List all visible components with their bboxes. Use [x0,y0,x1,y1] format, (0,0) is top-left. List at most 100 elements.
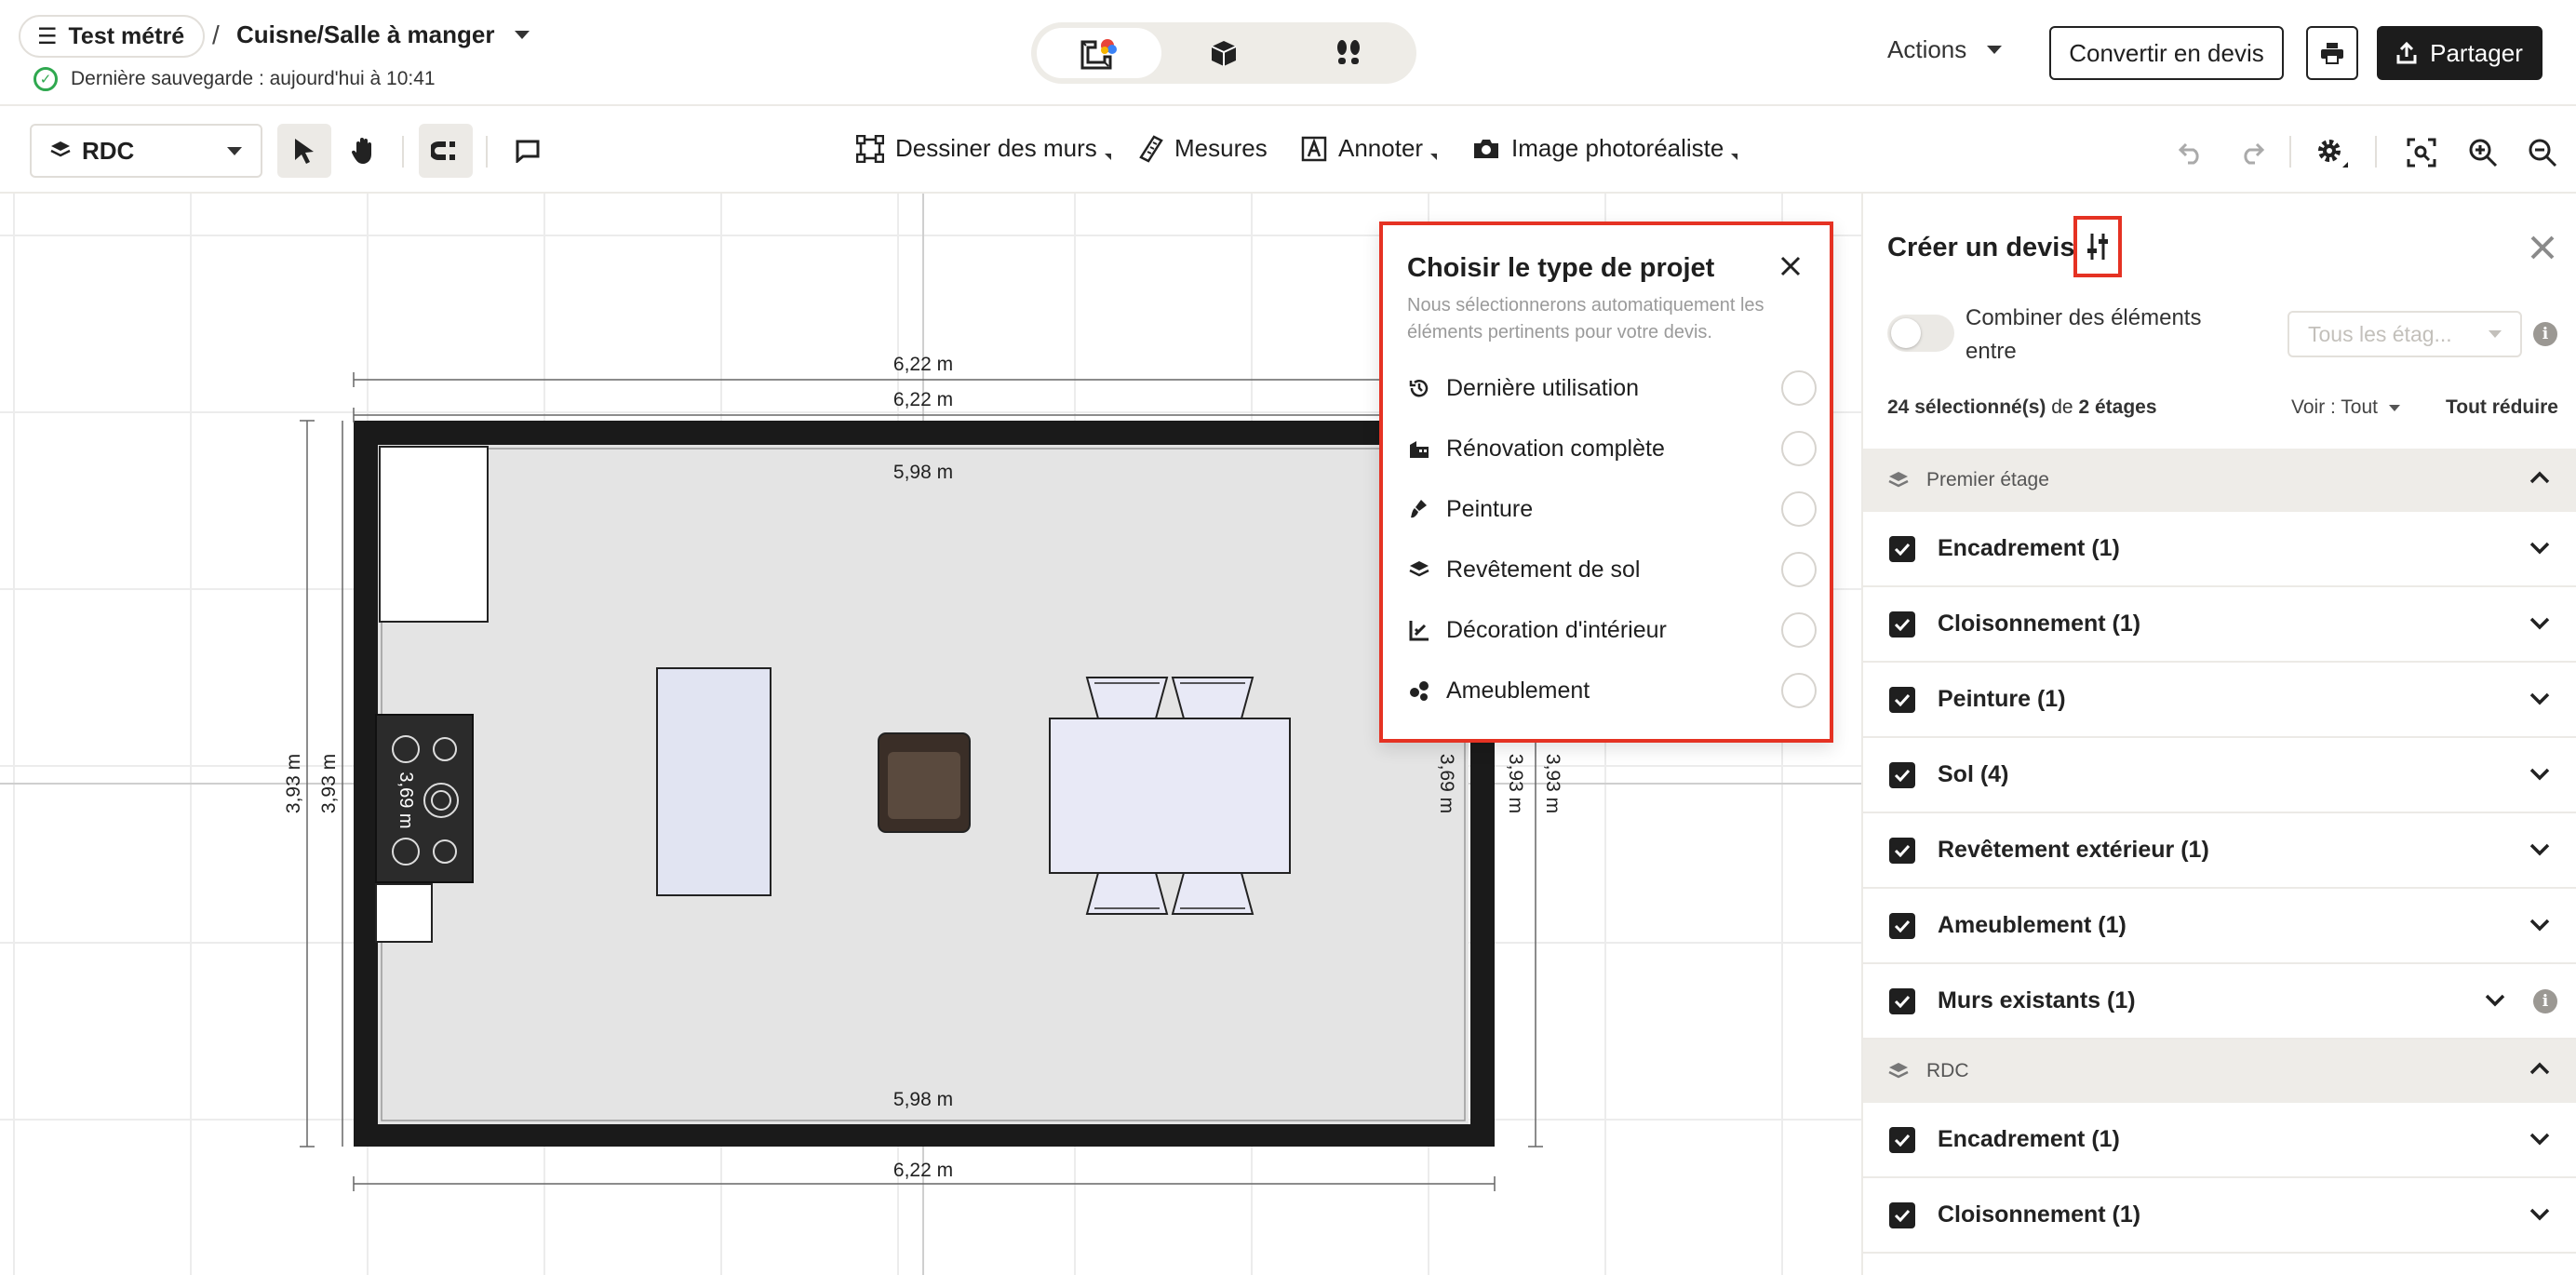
floor-select[interactable]: Tous les étag... [2288,311,2522,357]
view-3d-button[interactable] [1161,28,1286,78]
fit-view-button[interactable] [2403,134,2440,171]
chevron-down-icon[interactable] [2529,1208,2550,1221]
chevron-down-icon[interactable] [2529,542,2550,555]
group-header-premier-etage[interactable]: Premier étage [1863,449,2576,512]
draw-walls-button[interactable]: Dessiner des murs [856,134,1111,163]
checkbox-checked[interactable] [1889,1126,1915,1153]
list-item[interactable]: Encadrement (1) [1863,1103,2576,1178]
checkmark-icon [1894,1209,1911,1222]
view-walkthrough-button[interactable] [1286,28,1411,78]
room-name: Cuisne/Salle à manger [236,20,495,48]
checkbox-checked[interactable] [1889,1201,1915,1228]
toolbar-divider [2289,136,2291,168]
level-select[interactable]: RDC [30,124,262,178]
chevron-down-icon[interactable] [2529,692,2550,705]
chevron-down-icon[interactable] [2529,843,2550,856]
combine-toggle[interactable] [1887,315,1954,352]
room-selector[interactable]: Cuisne/Salle à manger [236,20,530,49]
project-type-popup: Choisir le type de projet Nous sélection… [1379,221,1833,743]
actions-dropdown[interactable]: Actions [1887,35,2003,64]
list-item[interactable]: Revêtement extérieur (1) [1863,813,2576,889]
zoom-out-button[interactable] [2524,134,2561,171]
checkbox-checked[interactable] [1889,987,1915,1014]
project-menu-button[interactable]: ☰ Test métré [19,15,206,58]
pan-tool-button[interactable] [337,124,391,178]
info-icon[interactable]: i [2533,322,2557,346]
level-value: RDC [82,136,135,165]
selected-count: 24 sélectionné(s) [1887,396,2046,418]
chevron-down-icon[interactable] [2529,768,2550,781]
group-header-rdc[interactable]: RDC [1863,1040,2576,1103]
checkbox-checked[interactable] [1889,837,1915,864]
convert-to-quote-button[interactable]: Convertir en devis [2049,26,2284,80]
furniture-icon [1407,678,1431,703]
option-radio[interactable] [1781,612,1817,648]
checkbox-checked[interactable] [1889,535,1915,562]
annotate-label: Annoter [1338,134,1424,162]
info-icon[interactable]: i [2533,989,2557,1013]
list-item[interactable]: Cloisonnement (1) [1863,587,2576,663]
undo-button[interactable] [2172,134,2209,171]
share-button[interactable]: Partager [2377,26,2542,80]
collapse-all-button[interactable]: Tout réduire [2446,396,2558,419]
paint-brush-icon [1407,497,1431,521]
print-button[interactable] [2306,26,2358,80]
option-furniture[interactable]: Ameublement [1407,669,1817,712]
floor-select-value: Tous les étag... [2308,321,2452,346]
chevron-down-icon [2489,330,2502,338]
view-filter-dropdown[interactable]: Voir : Tout [2291,396,2401,419]
option-radio[interactable] [1781,370,1817,406]
list-item[interactable]: Peinture (1) [1863,663,2576,738]
checkbox-checked[interactable] [1889,912,1915,939]
list-item[interactable]: Sol (4) [1863,738,2576,813]
chevron-down-icon[interactable] [2529,919,2550,932]
option-radio[interactable] [1781,673,1817,708]
zoom-in-button[interactable] [2464,134,2502,171]
option-flooring[interactable]: Revêtement de sol [1407,548,1817,591]
select-tool-button[interactable] [277,124,331,178]
checkbox-checked[interactable] [1889,611,1915,638]
panel-close-button[interactable] [2526,231,2559,264]
filter-settings-button[interactable] [2073,216,2122,277]
kitchen-island [656,667,771,896]
redo-button[interactable] [2234,134,2271,171]
stove-label: 3,69 m [396,772,416,828]
settings-button[interactable] [2314,134,2351,171]
checkbox-checked[interactable] [1889,686,1915,713]
comment-tool-button[interactable] [501,124,555,178]
magnet-icon [431,141,455,160]
snap-magnet-button[interactable] [419,124,473,178]
cursor-arrow-icon [295,139,314,164]
redo-icon [2244,142,2265,165]
annotate-button[interactable]: Annoter [1301,134,1438,163]
measures-label: Mesures [1174,134,1268,162]
option-interior-decoration[interactable]: Décoration d'intérieur [1407,609,1817,651]
list-item[interactable]: Cloisonnement (1) [1863,1178,2576,1254]
option-radio[interactable] [1781,552,1817,587]
dim-left-inner: 3,93 m [318,754,340,813]
list-item[interactable]: Encadrement (1) [1863,512,2576,587]
chevron-down-icon[interactable] [2485,994,2505,1007]
chevron-down-icon[interactable] [2529,617,2550,630]
view-2d-button[interactable] [1037,28,1161,78]
checkbox-checked[interactable] [1889,761,1915,788]
photorealistic-image-button[interactable]: Image photoréaliste [1472,134,1738,163]
dim-right-inner: 3,69 m [1436,754,1457,813]
zoom-in-icon [2469,139,2498,168]
checkmark-icon [1894,1134,1911,1147]
option-last-used[interactable]: Dernière utilisation [1407,367,1817,409]
popup-close-button[interactable] [1774,249,1807,283]
option-full-renovation[interactable]: Rénovation complète [1407,427,1817,470]
option-radio[interactable] [1781,491,1817,527]
option-radio[interactable] [1781,431,1817,466]
actions-label: Actions [1887,35,1967,63]
list-item[interactable]: Murs existants (1) i [1863,964,2576,1040]
option-painting[interactable]: Peinture [1407,488,1817,530]
close-icon [2530,235,2555,260]
chevron-down-icon[interactable] [2529,1133,2550,1146]
item-label: Murs existants (1) [1938,987,2136,1013]
dropdown-corner-icon [1731,154,1738,160]
dim-right-mid: 3,93 m [1505,754,1526,813]
measures-button[interactable]: Mesures [1139,134,1268,163]
list-item[interactable]: Ameublement (1) [1863,889,2576,964]
